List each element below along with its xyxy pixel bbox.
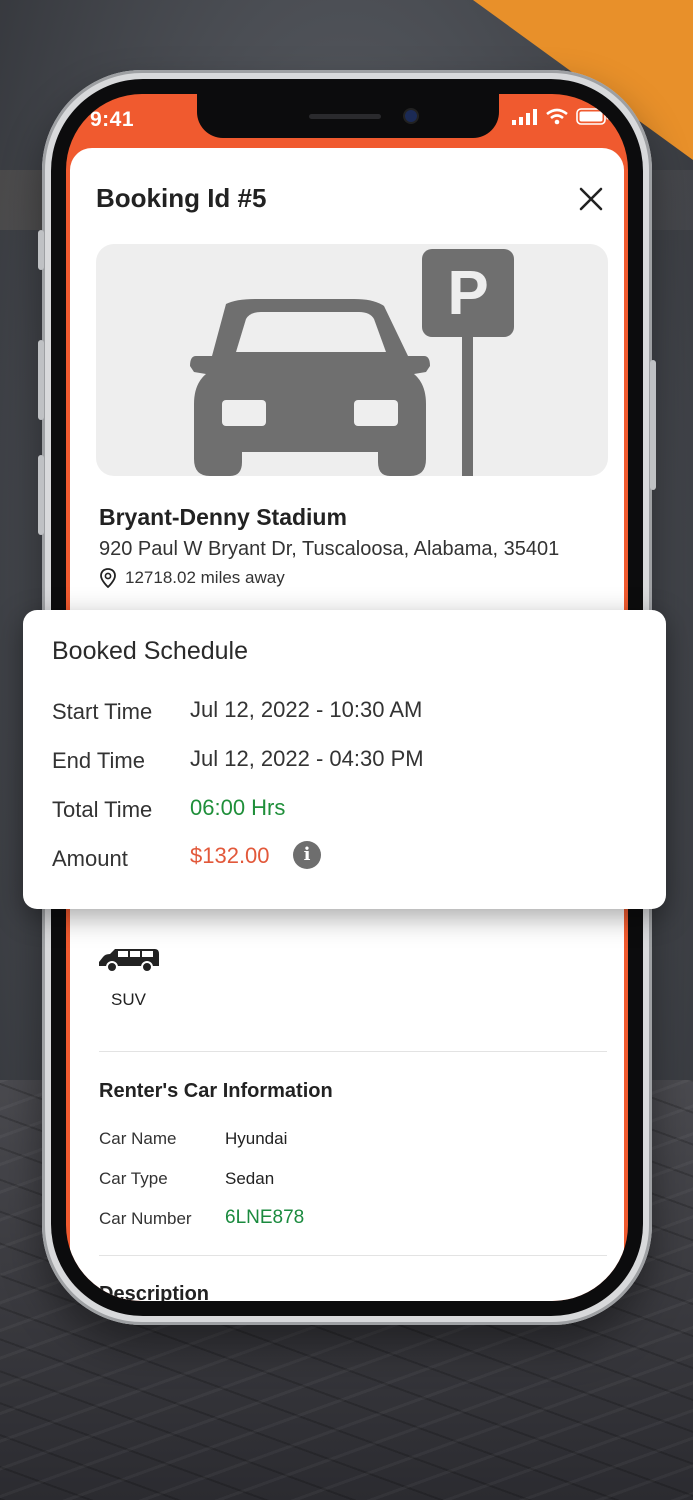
start-time-value: Jul 12, 2022 - 10:30 AM: [190, 697, 423, 722]
notch: [197, 94, 499, 138]
page-title: Booking Id #5: [96, 183, 267, 213]
place-address: 920 Paul W Bryant Dr, Tuscaloosa, Alabam…: [99, 538, 560, 560]
divider: [99, 1255, 607, 1256]
amount-value: $132.00: [190, 843, 270, 868]
signal-icon: [512, 108, 537, 125]
side-button: [38, 340, 44, 420]
side-button: [38, 455, 44, 535]
car-parking-illustration: P: [190, 249, 514, 476]
location-pin-icon: [100, 568, 116, 588]
schedule-title: Booked Schedule: [52, 637, 248, 665]
wifi-icon: [546, 108, 568, 125]
status-time: 9:41: [90, 108, 135, 131]
info-icon[interactable]: i: [293, 841, 321, 869]
side-button: [38, 230, 44, 270]
car-type-value: Sedan: [225, 1169, 275, 1188]
speaker: [309, 114, 381, 119]
car-name-value: Hyundai: [225, 1129, 288, 1148]
amount-label: Amount: [52, 846, 128, 871]
booked-schedule-card: Booked Schedule Start Time Jul 12, 2022 …: [23, 610, 666, 909]
place-name: Bryant-Denny Stadium: [99, 504, 347, 530]
distance: 12718.02 miles away: [99, 568, 285, 588]
total-time-value: 06:00 Hrs: [190, 795, 286, 820]
camera: [405, 110, 417, 122]
end-time-label: End Time: [52, 748, 145, 773]
battery-icon: [576, 108, 609, 125]
parking-illustration: P: [96, 244, 608, 476]
side-button: [650, 360, 656, 490]
distance-text: 12718.02 miles away: [125, 568, 285, 587]
close-icon[interactable]: [578, 186, 604, 212]
car-number-value: 6LNE878: [225, 1207, 305, 1228]
car-name-label: Car Name: [99, 1129, 177, 1148]
suv-icon: [99, 949, 159, 973]
car-number-label: Car Number: [99, 1209, 192, 1228]
description-title: Description: [99, 1283, 210, 1301]
vehicle-type-label: SUV: [111, 990, 146, 1009]
divider: [99, 1051, 607, 1052]
renter-car-section-title: Renter's Car Information: [99, 1080, 333, 1102]
end-time-value: Jul 12, 2022 - 04:30 PM: [190, 746, 424, 771]
status-icons: [512, 108, 610, 125]
total-time-label: Total Time: [52, 797, 153, 822]
svg-text:P: P: [447, 259, 488, 328]
start-time-label: Start Time: [52, 699, 153, 724]
car-type-label: Car Type: [99, 1169, 168, 1188]
